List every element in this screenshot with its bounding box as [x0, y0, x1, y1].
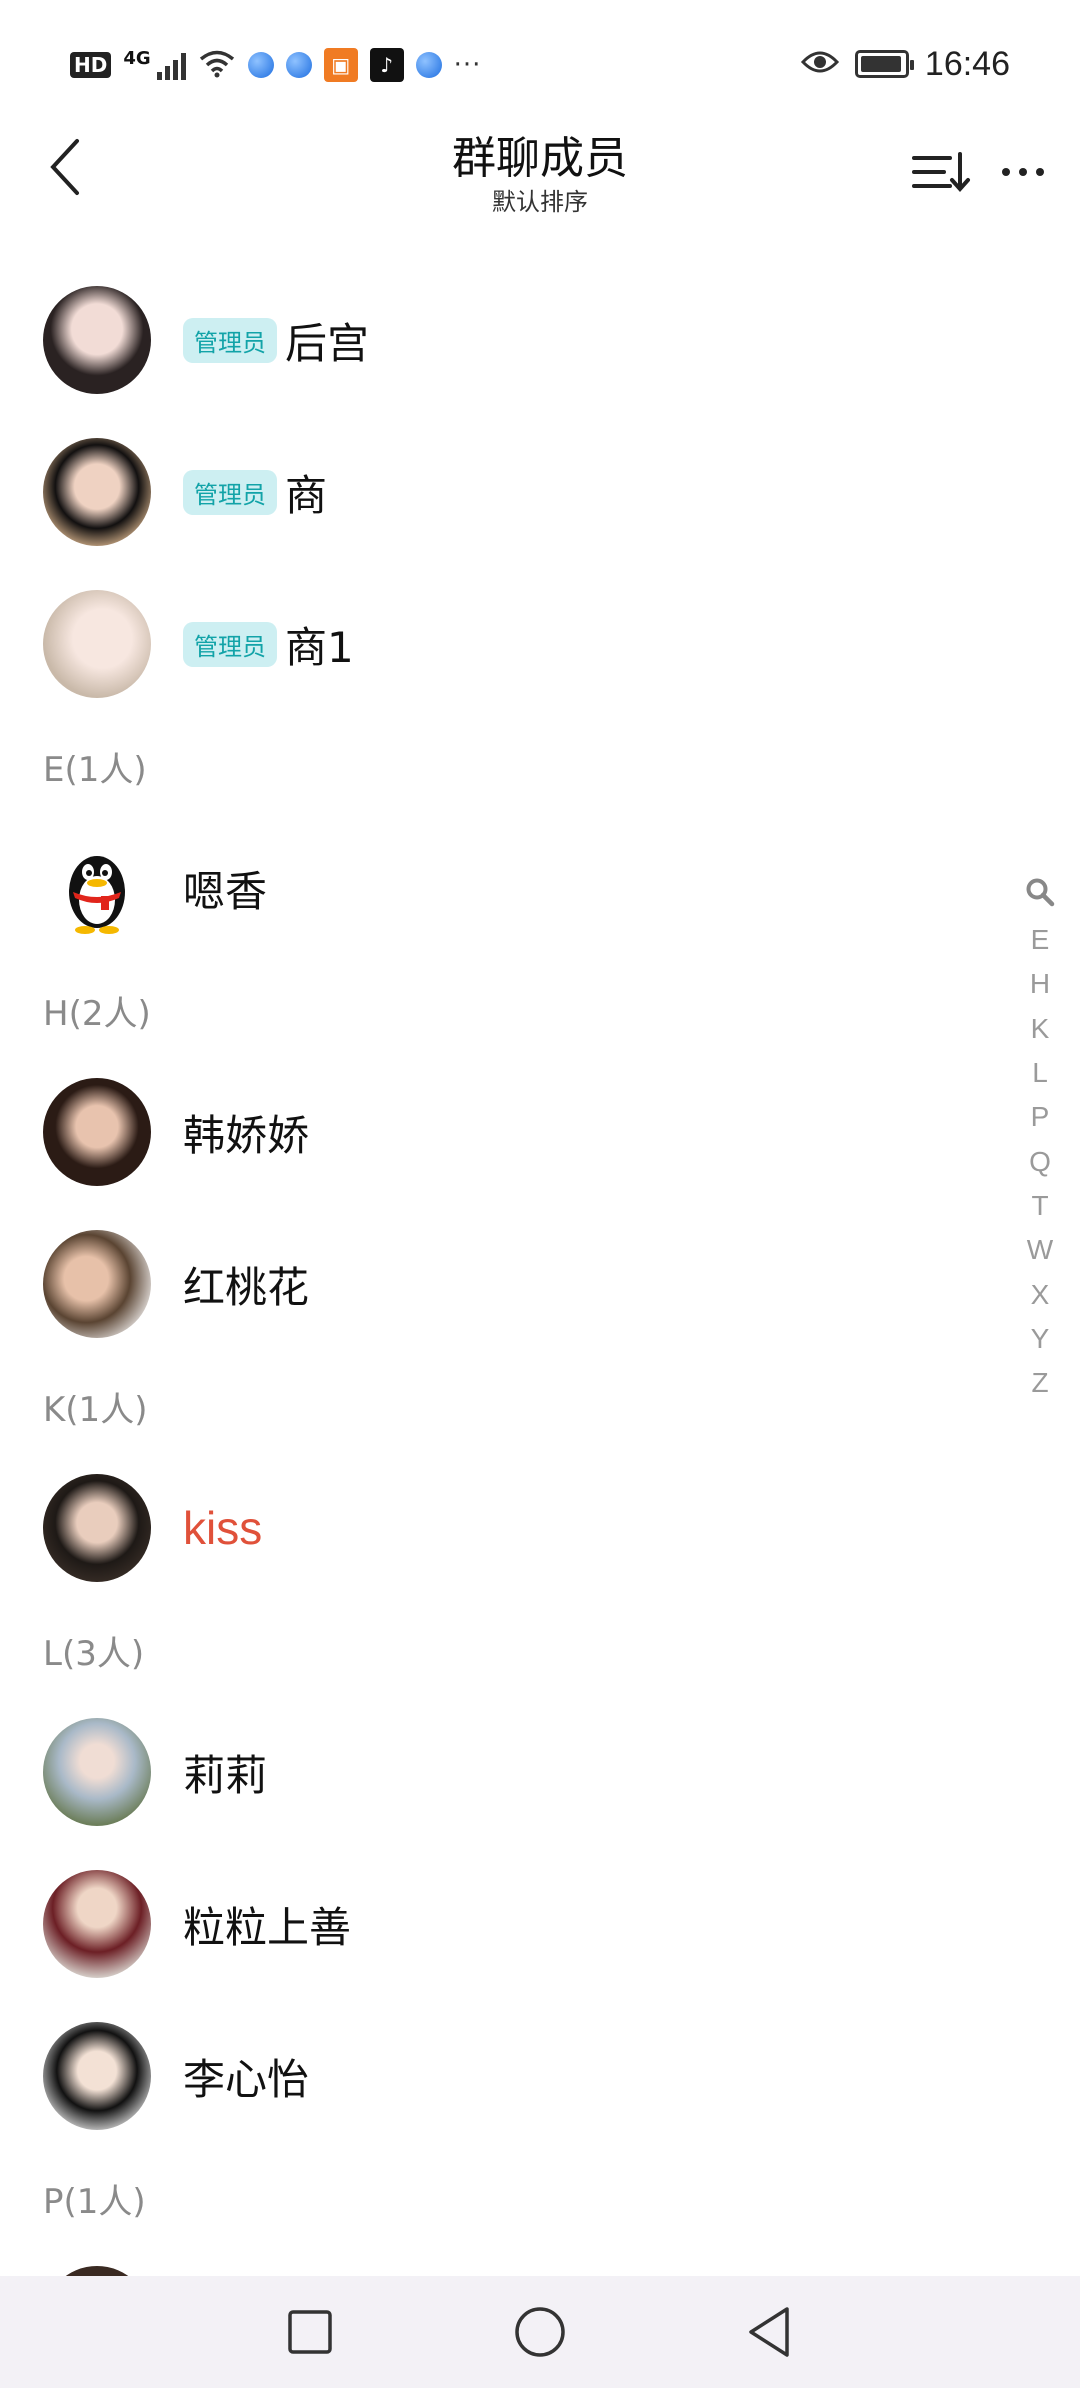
member-row[interactable]: kiss	[0, 1452, 1080, 1604]
avatar[interactable]	[43, 2022, 151, 2130]
member-name: 红桃花	[183, 1262, 310, 1312]
status-left: HD 4G ▣ ♪ ···	[70, 48, 481, 82]
avatar[interactable]	[43, 1230, 151, 1338]
index-letter-h[interactable]: H	[1030, 962, 1050, 1006]
hd-icon: HD	[70, 52, 112, 78]
member-name: 商1	[285, 622, 354, 672]
member-name: 粒粒上善	[183, 1902, 352, 1952]
avatar[interactable]	[43, 1474, 151, 1582]
triangle-back-icon	[749, 2307, 789, 2357]
member-name: 后宫	[285, 318, 370, 368]
index-letter-z[interactable]: Z	[1031, 1361, 1048, 1405]
browser-app-icon	[415, 52, 442, 78]
back-nav-button[interactable]	[740, 2302, 800, 2362]
more-options-button[interactable]	[988, 142, 1058, 202]
member-row[interactable]: 管理员 商	[0, 416, 1080, 568]
index-letter-e[interactable]: E	[1031, 918, 1050, 962]
member-row[interactable]: 莉莉	[0, 1696, 1080, 1848]
home-button[interactable]	[510, 2302, 570, 2362]
penguin-icon	[69, 856, 125, 934]
member-name-group: 韩娇娇	[183, 1102, 309, 1163]
member-row[interactable]: 嗯香	[0, 812, 1080, 964]
avatar[interactable]	[43, 1718, 151, 1826]
index-letter-q[interactable]: Q	[1029, 1139, 1051, 1183]
admin-badge: 管理员	[183, 469, 277, 515]
section-header-l: L(3人)	[43, 1633, 145, 1674]
more-notifications-icon: ···	[453, 50, 482, 80]
dot-icon	[1019, 168, 1027, 176]
member-name-group: 管理员 商	[183, 462, 327, 523]
member-name: 李心怡	[183, 2054, 310, 2104]
browser-app-icon	[247, 52, 274, 78]
member-name-group: 粒粒上善	[183, 1894, 351, 1955]
index-letter-t[interactable]: T	[1031, 1184, 1048, 1228]
browser-app-icon	[285, 52, 312, 78]
section-header-p: P(1人)	[43, 2181, 146, 2222]
member-name-group: 李心怡	[183, 2046, 309, 2107]
gift-app-icon: ▣	[323, 48, 358, 82]
dot-icon	[1036, 168, 1044, 176]
avatar[interactable]	[43, 1078, 151, 1186]
battery-icon	[854, 50, 914, 78]
index-search-icon[interactable]	[1025, 866, 1055, 918]
index-letter-w[interactable]: W	[1027, 1228, 1053, 1272]
network-type: 4G	[123, 48, 151, 69]
tiktok-app-icon: ♪	[369, 48, 404, 82]
index-letter-k[interactable]: K	[1031, 1007, 1050, 1051]
member-name-group: kiss	[183, 1501, 262, 1555]
member-name: 莉莉	[183, 1750, 268, 1800]
status-right: 16:46	[800, 44, 1010, 84]
member-name-group: 管理员 后宫	[183, 310, 369, 371]
circle-icon	[515, 2307, 565, 2357]
member-name-group: 红桃花	[183, 1254, 309, 1315]
section-header-h: H(2人)	[43, 993, 151, 1034]
member-name-group: 嗯香	[183, 858, 267, 919]
avatar[interactable]	[43, 286, 151, 394]
square-icon	[288, 2310, 332, 2354]
member-name-group: 管理员 商1	[183, 614, 354, 675]
wifi-icon	[198, 48, 236, 82]
dot-icon	[1002, 168, 1010, 176]
member-name-group: 莉莉	[183, 1742, 267, 1803]
index-letter-p[interactable]: P	[1031, 1095, 1050, 1139]
index-letter-y[interactable]: Y	[1031, 1317, 1050, 1361]
admin-badge: 管理员	[183, 621, 277, 667]
member-name: 韩娇娇	[183, 1110, 310, 1160]
recents-button[interactable]	[280, 2302, 340, 2362]
member-list[interactable]: 管理员 后宫 管理员 商 管理员 商1 E(1人) 嗯香 H(2人) 韩娇娇 红…	[0, 264, 1080, 2396]
system-nav-bar	[0, 2276, 1080, 2388]
alphabet-index[interactable]: E H K L P Q T W X Y Z	[1015, 866, 1065, 1405]
member-name: 商	[285, 470, 328, 520]
member-name: kiss	[183, 1502, 263, 1554]
top-app-bar: 群聊成员 默认排序	[0, 130, 1080, 260]
signal-icon	[156, 50, 186, 80]
avatar[interactable]	[43, 590, 151, 698]
sort-button[interactable]	[908, 140, 972, 200]
section-header-e: E(1人)	[43, 749, 147, 790]
member-row[interactable]: 李心怡	[0, 2000, 1080, 2152]
avatar[interactable]	[43, 1870, 151, 1978]
avatar[interactable]	[43, 834, 151, 942]
clock: 16:46	[924, 44, 1010, 83]
member-row[interactable]: 红桃花	[0, 1208, 1080, 1360]
index-letter-l[interactable]: L	[1032, 1051, 1048, 1095]
member-row[interactable]: 管理员 商1	[0, 568, 1080, 720]
admin-badge: 管理员	[183, 317, 277, 363]
member-row[interactable]: 韩娇娇	[0, 1056, 1080, 1208]
status-bar: HD 4G ▣ ♪ ··· 16:46	[0, 0, 1080, 130]
member-name: 嗯香	[183, 866, 268, 916]
section-header-k: K(1人)	[43, 1389, 148, 1430]
avatar[interactable]	[43, 438, 151, 546]
index-letter-x[interactable]: X	[1031, 1272, 1050, 1316]
member-row[interactable]: 粒粒上善	[0, 1848, 1080, 2000]
eye-icon	[800, 48, 839, 80]
sort-icon	[912, 152, 970, 193]
member-row[interactable]: 管理员 后宫	[0, 264, 1080, 416]
